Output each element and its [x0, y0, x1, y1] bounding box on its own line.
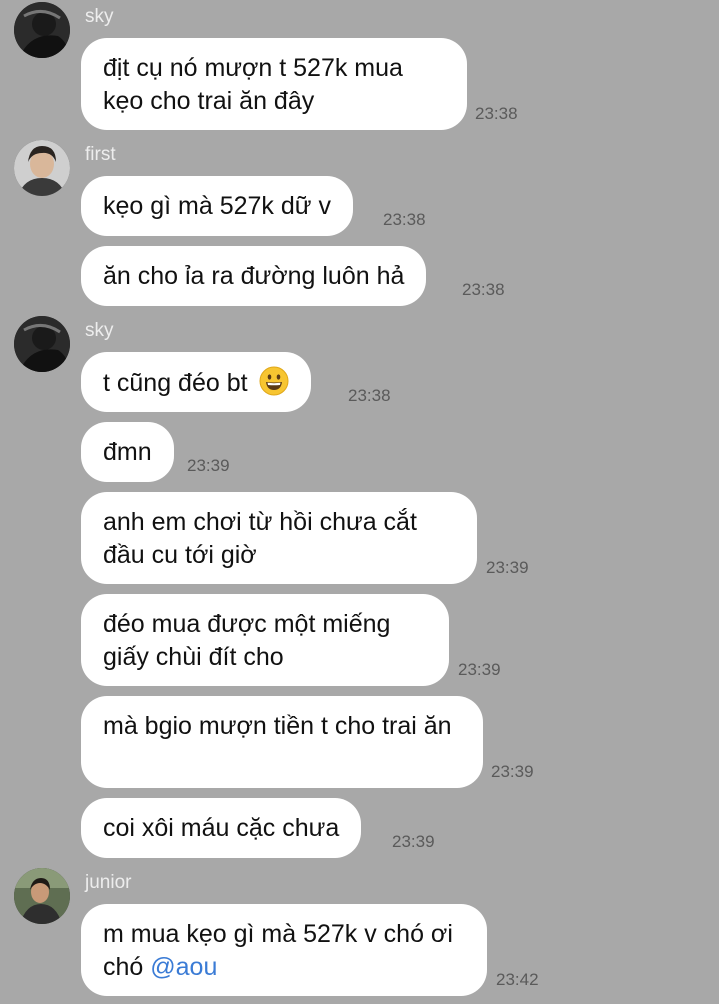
message-text: ăn cho ỉa ra đường luôn hả: [103, 262, 405, 290]
message-time: 23:39: [392, 832, 435, 851]
message-bubble[interactable]: địt cụ nó mượn t 527k mua kẹo cho trai ă…: [81, 38, 467, 130]
message-bubble[interactable]: ăn cho ỉa ra đường luôn hả: [81, 246, 427, 306]
message-time: 23:39: [491, 762, 534, 781]
message-text: anh em chơi từ hồi chưa cắt đầu cu tới g…: [103, 508, 417, 569]
message-bubble[interactable]: t cũng đéo bt: [81, 352, 311, 412]
message-bubble[interactable]: kẹo gì mà 527k dữ v: [81, 176, 353, 236]
avatar-sky[interactable]: [14, 316, 70, 372]
message-text: coi xôi máu cặc chưa: [103, 814, 340, 842]
avatar-junior[interactable]: [14, 868, 70, 924]
avatar-first[interactable]: [14, 140, 70, 196]
sender-name: sky: [85, 320, 114, 341]
message-text: kẹo gì mà 527k dữ v: [103, 192, 331, 220]
message-text: mà bgio mượn tiền t cho trai ăn: [103, 712, 452, 740]
message-bubble[interactable]: đéo mua được một miếng giấy chùi đít cho: [81, 594, 449, 686]
message-time: 23:39: [187, 456, 230, 475]
message-time: 23:39: [458, 660, 501, 679]
message-time: 23:38: [348, 386, 391, 405]
mention-link[interactable]: @aou: [150, 953, 217, 981]
avatar-sky[interactable]: [14, 2, 70, 58]
message-text: đéo mua được một miếng giấy chùi đít cho: [103, 610, 391, 671]
message-bubble[interactable]: đmn: [81, 422, 174, 482]
message-bubble[interactable]: coi xôi máu cặc chưa: [81, 798, 362, 858]
avatar-image: [14, 140, 70, 196]
avatar-image: [14, 868, 70, 924]
grinning-face-icon: [259, 366, 289, 396]
message-text: địt cụ nó mượn t 527k mua kẹo cho trai ă…: [103, 54, 403, 115]
sender-name: sky: [85, 6, 114, 27]
sender-name: first: [85, 144, 116, 165]
avatar-image: [14, 316, 70, 372]
message-text: t cũng đéo bt: [103, 369, 248, 397]
message-time: 23:39: [486, 558, 529, 577]
message-time: 23:38: [475, 104, 518, 123]
message-text: đmn: [103, 438, 152, 466]
message-time: 23:38: [462, 280, 505, 299]
sender-name: junior: [85, 872, 132, 893]
message-bubble[interactable]: anh em chơi từ hồi chưa cắt đầu cu tới g…: [81, 492, 477, 584]
message-bubble[interactable]: mà bgio mượn tiền t cho trai ăn: [81, 696, 483, 788]
message-bubble[interactable]: m mua kẹo gì mà 527k v chó ơi chó @aou: [81, 904, 487, 996]
message-time: 23:42: [496, 970, 539, 989]
avatar-image: [14, 2, 70, 58]
message-time: 23:38: [383, 210, 426, 229]
